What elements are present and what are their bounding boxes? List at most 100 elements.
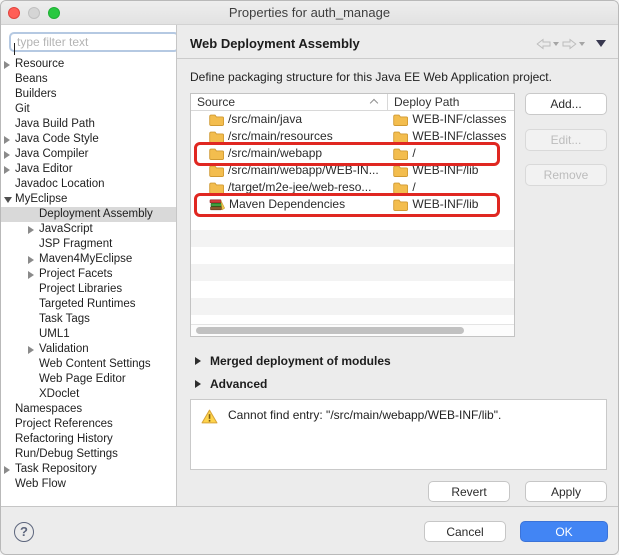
- ok-button[interactable]: OK: [520, 521, 608, 542]
- source-cell[interactable]: /src/main/resources: [191, 128, 386, 145]
- sidebar-item-maven4myeclipse[interactable]: Maven4MyEclipse: [1, 252, 176, 267]
- chevron-right-icon[interactable]: [4, 166, 10, 174]
- view-menu-icon[interactable]: [596, 40, 606, 47]
- chevron-down-icon[interactable]: [4, 197, 12, 203]
- table-row[interactable]: /target/m2e-jee/web-reso.../: [191, 179, 514, 196]
- back-dropdown-icon[interactable]: [553, 42, 559, 46]
- source-cell[interactable]: Maven Dependencies: [191, 196, 386, 213]
- empty-table-row: [191, 230, 514, 247]
- sidebar-item-resource[interactable]: Resource: [1, 57, 176, 72]
- sidebar-item-uml1[interactable]: UML1: [1, 327, 176, 342]
- zoom-button[interactable]: [48, 7, 60, 19]
- section-merged-deployment-of-modules[interactable]: Merged deployment of modules: [190, 349, 607, 372]
- folder-icon: [393, 199, 408, 211]
- chevron-right-icon[interactable]: [28, 226, 34, 234]
- table-row[interactable]: /src/main/javaWEB-INF/classes: [191, 111, 514, 128]
- sidebar-item-validation[interactable]: Validation: [1, 342, 176, 357]
- sidebar-item-myeclipse[interactable]: MyEclipse: [1, 192, 176, 207]
- section-advanced[interactable]: Advanced: [190, 372, 607, 395]
- sidebar-item-label: JavaScript: [39, 223, 93, 235]
- sidebar-item-label: Namespaces: [15, 403, 82, 415]
- sidebar-item-label: Javadoc Location: [15, 178, 105, 190]
- table-row[interactable]: /src/main/webapp/WEB-IN...WEB-INF/lib: [191, 162, 514, 179]
- sidebar-item-beans[interactable]: Beans: [1, 72, 176, 87]
- scrollbar-thumb[interactable]: [196, 327, 464, 334]
- window-title: Properties for auth_manage: [229, 5, 390, 20]
- sidebar-item-label: Project Libraries: [39, 283, 122, 295]
- sidebar-item-java-editor[interactable]: Java Editor: [1, 162, 176, 177]
- filter-input[interactable]: [9, 32, 177, 52]
- sidebar-item-label: Deployment Assembly: [39, 208, 153, 220]
- problems-box: Cannot find entry: "/src/main/webapp/WEB…: [190, 399, 607, 470]
- sidebar-item-label: UML1: [39, 328, 70, 340]
- table-row[interactable]: Maven DependenciesWEB-INF/lib: [191, 196, 514, 213]
- sidebar-item-builders[interactable]: Builders: [1, 87, 176, 102]
- forward-dropdown-icon[interactable]: [579, 42, 585, 46]
- sidebar-item-project-facets[interactable]: Project Facets: [1, 267, 176, 282]
- sidebar-item-javascript[interactable]: JavaScript: [1, 222, 176, 237]
- traffic-lights: [8, 7, 60, 19]
- sidebar-item-refactoring-history[interactable]: Refactoring History: [1, 432, 176, 447]
- chevron-right-icon[interactable]: [4, 136, 10, 144]
- table-actions: Add...Edit...Remove: [525, 93, 607, 337]
- source-cell[interactable]: /src/main/java: [191, 111, 386, 128]
- close-button[interactable]: [8, 7, 20, 19]
- chevron-right-icon[interactable]: [4, 61, 10, 69]
- sidebar-item-project-libraries[interactable]: Project Libraries: [1, 282, 176, 297]
- sidebar-item-web-flow[interactable]: Web Flow: [1, 477, 176, 492]
- sidebar-item-targeted-runtimes[interactable]: Targeted Runtimes: [1, 297, 176, 312]
- deploy-path-cell[interactable]: WEB-INF/lib: [386, 162, 514, 179]
- source-cell[interactable]: /src/main/webapp/WEB-IN...: [191, 162, 386, 179]
- library-icon: [209, 199, 225, 211]
- chevron-right-icon[interactable]: [4, 466, 10, 474]
- source-cell[interactable]: /target/m2e-jee/web-reso...: [191, 179, 386, 196]
- back-icon[interactable]: [536, 38, 559, 50]
- table-row[interactable]: /src/main/resourcesWEB-INF/classes: [191, 128, 514, 145]
- sidebar-item-web-page-editor[interactable]: Web Page Editor: [1, 372, 176, 387]
- sidebar-item-jsp-fragment[interactable]: JSP Fragment: [1, 237, 176, 252]
- table-row[interactable]: /src/main/webapp/: [191, 145, 514, 162]
- apply-button[interactable]: Apply: [525, 481, 607, 502]
- column-header-source[interactable]: Source: [197, 94, 235, 110]
- revert-button[interactable]: Revert: [428, 481, 510, 502]
- sidebar-item-java-build-path[interactable]: Java Build Path: [1, 117, 176, 132]
- folder-icon: [393, 165, 408, 177]
- sidebar-item-git[interactable]: Git: [1, 102, 176, 117]
- deploy-path-cell[interactable]: WEB-INF/classes: [386, 128, 514, 145]
- sidebar-item-deployment-assembly[interactable]: Deployment Assembly: [1, 207, 176, 222]
- chevron-right-icon[interactable]: [28, 256, 34, 264]
- chevron-right-icon[interactable]: [4, 151, 10, 159]
- sidebar-item-task-tags[interactable]: Task Tags: [1, 312, 176, 327]
- cancel-button[interactable]: Cancel: [424, 521, 506, 542]
- deploy-path-cell[interactable]: /: [386, 145, 514, 162]
- table-header: Source Deploy Path: [191, 94, 514, 111]
- sidebar-item-javadoc-location[interactable]: Javadoc Location: [1, 177, 176, 192]
- sidebar-item-label: Java Editor: [15, 163, 73, 175]
- horizontal-scrollbar[interactable]: [191, 324, 514, 336]
- sidebar-item-task-repository[interactable]: Task Repository: [1, 462, 176, 477]
- assembly-table: Source Deploy Path /src/main/javaWEB-INF…: [190, 93, 515, 337]
- deploy-path-cell[interactable]: /: [386, 179, 514, 196]
- sidebar-item-label: Web Content Settings: [39, 358, 151, 370]
- column-header-deploy-path[interactable]: Deploy Path: [394, 94, 459, 110]
- add-button[interactable]: Add...: [525, 93, 607, 115]
- sort-ascending-icon[interactable]: [370, 99, 378, 107]
- sidebar-item-web-content-settings[interactable]: Web Content Settings: [1, 357, 176, 372]
- deploy-path-cell[interactable]: WEB-INF/classes: [386, 111, 514, 128]
- disclosure-triangle-icon[interactable]: [195, 380, 201, 388]
- chevron-right-icon[interactable]: [28, 346, 34, 354]
- help-button[interactable]: ?: [14, 522, 34, 542]
- sidebar-item-project-references[interactable]: Project References: [1, 417, 176, 432]
- chevron-right-icon[interactable]: [28, 271, 34, 279]
- sidebar-item-java-code-style[interactable]: Java Code Style: [1, 132, 176, 147]
- page-title: Web Deployment Assembly: [190, 36, 536, 51]
- sidebar-item-run-debug-settings[interactable]: Run/Debug Settings: [1, 447, 176, 462]
- sidebar-item-label: Resource: [15, 58, 64, 70]
- disclosure-triangle-icon[interactable]: [195, 357, 201, 365]
- sidebar-item-xdoclet[interactable]: XDoclet: [1, 387, 176, 402]
- sidebar-item-namespaces[interactable]: Namespaces: [1, 402, 176, 417]
- forward-icon[interactable]: [562, 38, 585, 50]
- deploy-path-cell[interactable]: WEB-INF/lib: [386, 196, 514, 213]
- source-cell[interactable]: /src/main/webapp: [191, 145, 386, 162]
- sidebar-item-java-compiler[interactable]: Java Compiler: [1, 147, 176, 162]
